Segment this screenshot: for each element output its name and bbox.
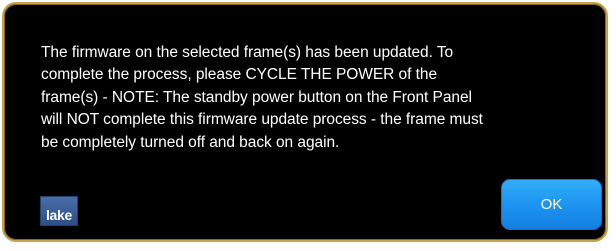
message-line-2: complete the process, please CYCLE THE P… xyxy=(41,66,438,84)
firmware-update-dialog: The firmware on the selected frame(s) ha… xyxy=(2,2,608,242)
message-line-3: frame(s) - NOTE: The standby power butto… xyxy=(41,88,472,106)
message-line-4: will NOT complete this firmware update p… xyxy=(41,111,483,129)
message-line-1: The firmware on the selected frame(s) ha… xyxy=(41,44,454,61)
lake-logo: lake xyxy=(40,196,78,226)
dialog-message: The firmware on the selected frame(s) ha… xyxy=(41,42,581,154)
ok-button-label: OK xyxy=(540,196,563,213)
ok-button[interactable]: OK xyxy=(501,179,602,230)
message-line-5: be completely turned off and back on aga… xyxy=(41,133,340,151)
logo-text: lake xyxy=(45,207,73,223)
